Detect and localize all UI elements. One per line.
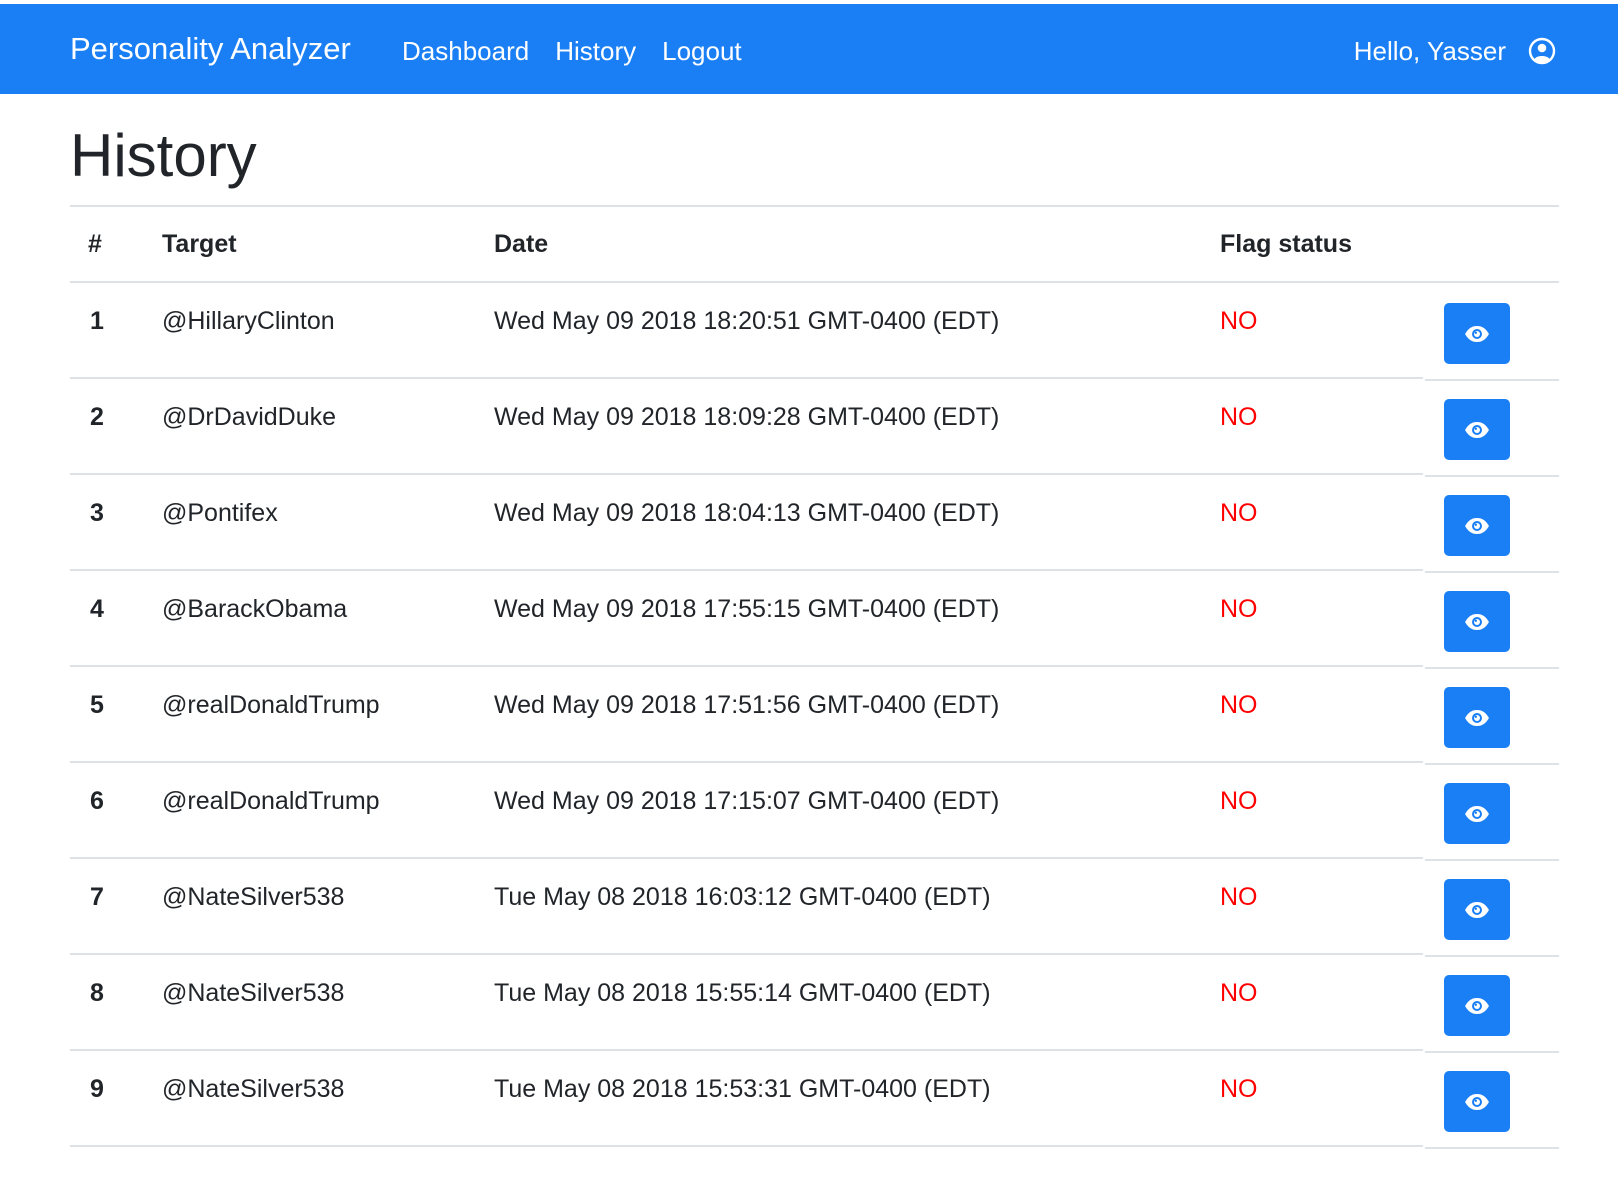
table-row: 9 @NateSilver538 Tue May 08 2018 15:53:31 …: [70, 1051, 1559, 1149]
column-header-target: Target: [162, 230, 237, 258]
user-circle-icon[interactable]: [1528, 37, 1556, 65]
table-row: 7 @NateSilver538 Tue May 08 2018 16:03:12 …: [70, 859, 1559, 957]
row-divider-action: [1425, 1147, 1559, 1149]
user-greeting: Hello, Yasser: [1353, 36, 1506, 66]
page-title: History: [70, 122, 257, 189]
row-number: 1: [90, 307, 104, 335]
eye-icon: [1465, 997, 1489, 1014]
nav-link-history[interactable]: History: [555, 35, 636, 67]
eye-icon: [1465, 517, 1489, 534]
row-flag-status: NO: [1220, 883, 1258, 911]
row-target: @BarackObama: [162, 595, 348, 623]
row-date: Wed May 09 2018 17:15:07 GMT-0400 (EDT): [494, 787, 1000, 815]
row-date: Tue May 08 2018 15:53:31 GMT-0400 (EDT): [494, 1075, 991, 1103]
row-date: Wed May 09 2018 18:09:28 GMT-0400 (EDT): [494, 403, 1000, 431]
brand-link[interactable]: Personality Analyzer: [70, 31, 351, 67]
row-date: Tue May 08 2018 16:03:12 GMT-0400 (EDT): [494, 883, 991, 911]
table-row: 6 @realDonaldTrump Wed May 09 2018 17:15:0…: [70, 763, 1559, 861]
view-button[interactable]: [1444, 399, 1510, 460]
row-number: 5: [90, 691, 104, 719]
column-header-date: Date: [494, 230, 549, 258]
nav-link-logout[interactable]: Logout: [662, 35, 742, 67]
row-flag-status: NO: [1220, 499, 1258, 527]
table-header-row: # Target Date Flag status: [70, 207, 1559, 283]
row-target: @NateSilver538: [162, 1075, 345, 1103]
column-header-flag-status: Flag status: [1220, 230, 1352, 258]
view-button[interactable]: [1444, 879, 1510, 940]
row-flag-status: NO: [1220, 307, 1258, 335]
row-number: 6: [90, 787, 104, 815]
history-table: # Target Date Flag status 1 @HillaryClint…: [70, 205, 1559, 1149]
eye-icon: [1465, 421, 1489, 438]
row-flag-status: NO: [1220, 787, 1258, 815]
row-target: @realDonaldTrump: [162, 691, 380, 719]
row-flag-status: NO: [1220, 979, 1258, 1007]
table-row: 5 @realDonaldTrump Wed May 09 2018 17:51:5…: [70, 667, 1559, 765]
row-date: Wed May 09 2018 17:51:56 GMT-0400 (EDT): [494, 691, 1000, 719]
eye-icon: [1465, 805, 1489, 822]
view-button[interactable]: [1444, 783, 1510, 844]
table-body: 1 @HillaryClinton Wed May 09 2018 18:20:51…: [70, 283, 1559, 1149]
eye-icon: [1465, 1093, 1489, 1110]
row-divider: [70, 1145, 1423, 1147]
view-button[interactable]: [1444, 591, 1510, 652]
row-date: Wed May 09 2018 17:55:15 GMT-0400 (EDT): [494, 595, 1000, 623]
row-number: 9: [90, 1075, 104, 1103]
row-flag-status: NO: [1220, 1075, 1258, 1103]
row-target: @HillaryClinton: [162, 307, 335, 335]
row-flag-status: NO: [1220, 691, 1258, 719]
top-navbar: Personality Analyzer Dashboard History L…: [0, 4, 1618, 94]
view-button[interactable]: [1444, 975, 1510, 1036]
view-button[interactable]: [1444, 495, 1510, 556]
row-date: Wed May 09 2018 18:20:51 GMT-0400 (EDT): [494, 307, 1000, 335]
row-target: @DrDavidDuke: [162, 403, 337, 431]
row-target: @NateSilver538: [162, 979, 345, 1007]
table-row: 4 @BarackObama Wed May 09 2018 17:55:15 GM…: [70, 571, 1559, 669]
eye-icon: [1465, 709, 1489, 726]
eye-icon: [1465, 613, 1489, 630]
table-row: 8 @NateSilver538 Tue May 08 2018 15:55:14 …: [70, 955, 1559, 1053]
row-target: @NateSilver538: [162, 883, 345, 911]
row-target: @realDonaldTrump: [162, 787, 380, 815]
user-menu[interactable]: Hello, Yasser: [1354, 35, 1556, 67]
row-target: @Pontifex: [162, 499, 278, 527]
table-row: 1 @HillaryClinton Wed May 09 2018 18:20:51…: [70, 283, 1559, 381]
eye-icon: [1465, 325, 1489, 342]
view-button[interactable]: [1444, 687, 1510, 748]
table-row: 3 @Pontifex Wed May 09 2018 18:04:13 GMT-0…: [70, 475, 1559, 573]
row-number: 7: [90, 883, 104, 911]
row-date: Wed May 09 2018 18:04:13 GMT-0400 (EDT): [494, 499, 1000, 527]
row-flag-status: NO: [1220, 403, 1258, 431]
eye-icon: [1465, 901, 1489, 918]
row-flag-status: NO: [1220, 595, 1258, 623]
column-header-number: #: [88, 230, 102, 258]
view-button[interactable]: [1444, 1071, 1510, 1132]
nav-link-dashboard[interactable]: Dashboard: [402, 35, 529, 67]
row-number: 4: [90, 595, 104, 623]
row-number: 2: [90, 403, 104, 431]
row-number: 8: [90, 979, 104, 1007]
row-number: 3: [90, 499, 104, 527]
row-date: Tue May 08 2018 15:55:14 GMT-0400 (EDT): [494, 979, 991, 1007]
nav-links: Dashboard History Logout: [402, 35, 742, 67]
view-button[interactable]: [1444, 303, 1510, 364]
table-row: 2 @DrDavidDuke Wed May 09 2018 18:09:28 GM…: [70, 379, 1559, 477]
